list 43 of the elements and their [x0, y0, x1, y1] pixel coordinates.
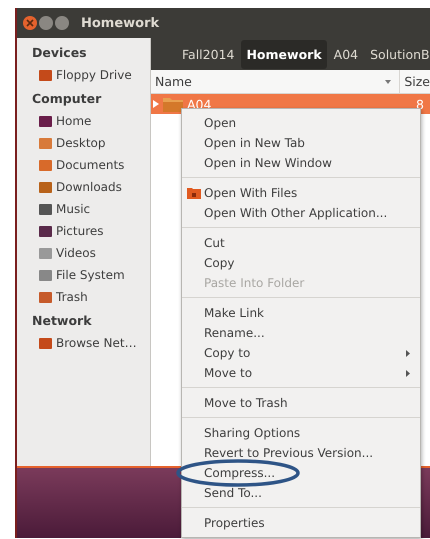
- sidebar-item[interactable]: Videos: [17, 242, 150, 264]
- column-header[interactable]: Name: [151, 70, 400, 93]
- menu-item[interactable]: Open in New Tab: [182, 133, 420, 153]
- maximize-button[interactable]: [55, 16, 69, 30]
- menu-item[interactable]: Properties: [182, 513, 420, 533]
- sidebar-item[interactable]: Home: [17, 110, 150, 132]
- column-header[interactable]: Size: [400, 70, 430, 93]
- menu-item[interactable]: Sharing Options: [182, 423, 420, 443]
- menu-item[interactable]: Open in New Window: [182, 153, 420, 173]
- menu-item[interactable]: Move to Trash: [182, 393, 420, 413]
- menu-item[interactable]: Compress...: [182, 463, 420, 483]
- sidebar-item[interactable]: Desktop: [17, 132, 150, 154]
- sidebar-item[interactable]: Trash: [17, 286, 150, 308]
- menu-item[interactable]: Open: [182, 113, 420, 133]
- menu-item[interactable]: Move to: [182, 363, 420, 383]
- path-button[interactable]: Homework: [241, 40, 327, 68]
- window-title: Homework: [81, 16, 160, 30]
- menu-item[interactable]: Revert to Previous Version...: [182, 443, 420, 463]
- sidebar-item[interactable]: Downloads: [17, 176, 150, 198]
- sidebar-item[interactable]: Documents: [17, 154, 150, 176]
- sidebar-item[interactable]: Music: [17, 198, 150, 220]
- menu-item[interactable]: Cut: [182, 233, 420, 253]
- path-button[interactable]: A04: [328, 40, 364, 68]
- menu-item[interactable]: Copy to: [182, 343, 420, 363]
- sidebar-item[interactable]: Browse Net…: [17, 332, 150, 354]
- sidebar-item[interactable]: Pictures: [17, 220, 150, 242]
- sidebar-heading: Network: [31, 312, 93, 330]
- sidebar-heading: Devices: [31, 44, 88, 62]
- sidebar-heading: Computer: [31, 90, 102, 108]
- menu-item[interactable]: Rename...: [182, 323, 420, 343]
- menu-item[interactable]: Open With Other Application...: [182, 203, 420, 223]
- path-button[interactable]: SolutionB: [365, 40, 430, 68]
- menu-item[interactable]: Send To...: [182, 483, 420, 503]
- close-icon: [26, 19, 34, 27]
- menu-item[interactable]: Copy: [182, 253, 420, 273]
- sidebar-item[interactable]: File System: [17, 264, 150, 286]
- menu-item[interactable]: Make Link: [182, 303, 420, 323]
- sidebar-item[interactable]: Floppy Drive: [17, 64, 150, 86]
- expander-icon[interactable]: [153, 100, 159, 108]
- minimize-button[interactable]: [39, 16, 53, 30]
- close-button[interactable]: [23, 16, 37, 30]
- menu-item[interactable]: Open With Files: [182, 183, 420, 203]
- path-button[interactable]: Fall2014: [177, 40, 240, 68]
